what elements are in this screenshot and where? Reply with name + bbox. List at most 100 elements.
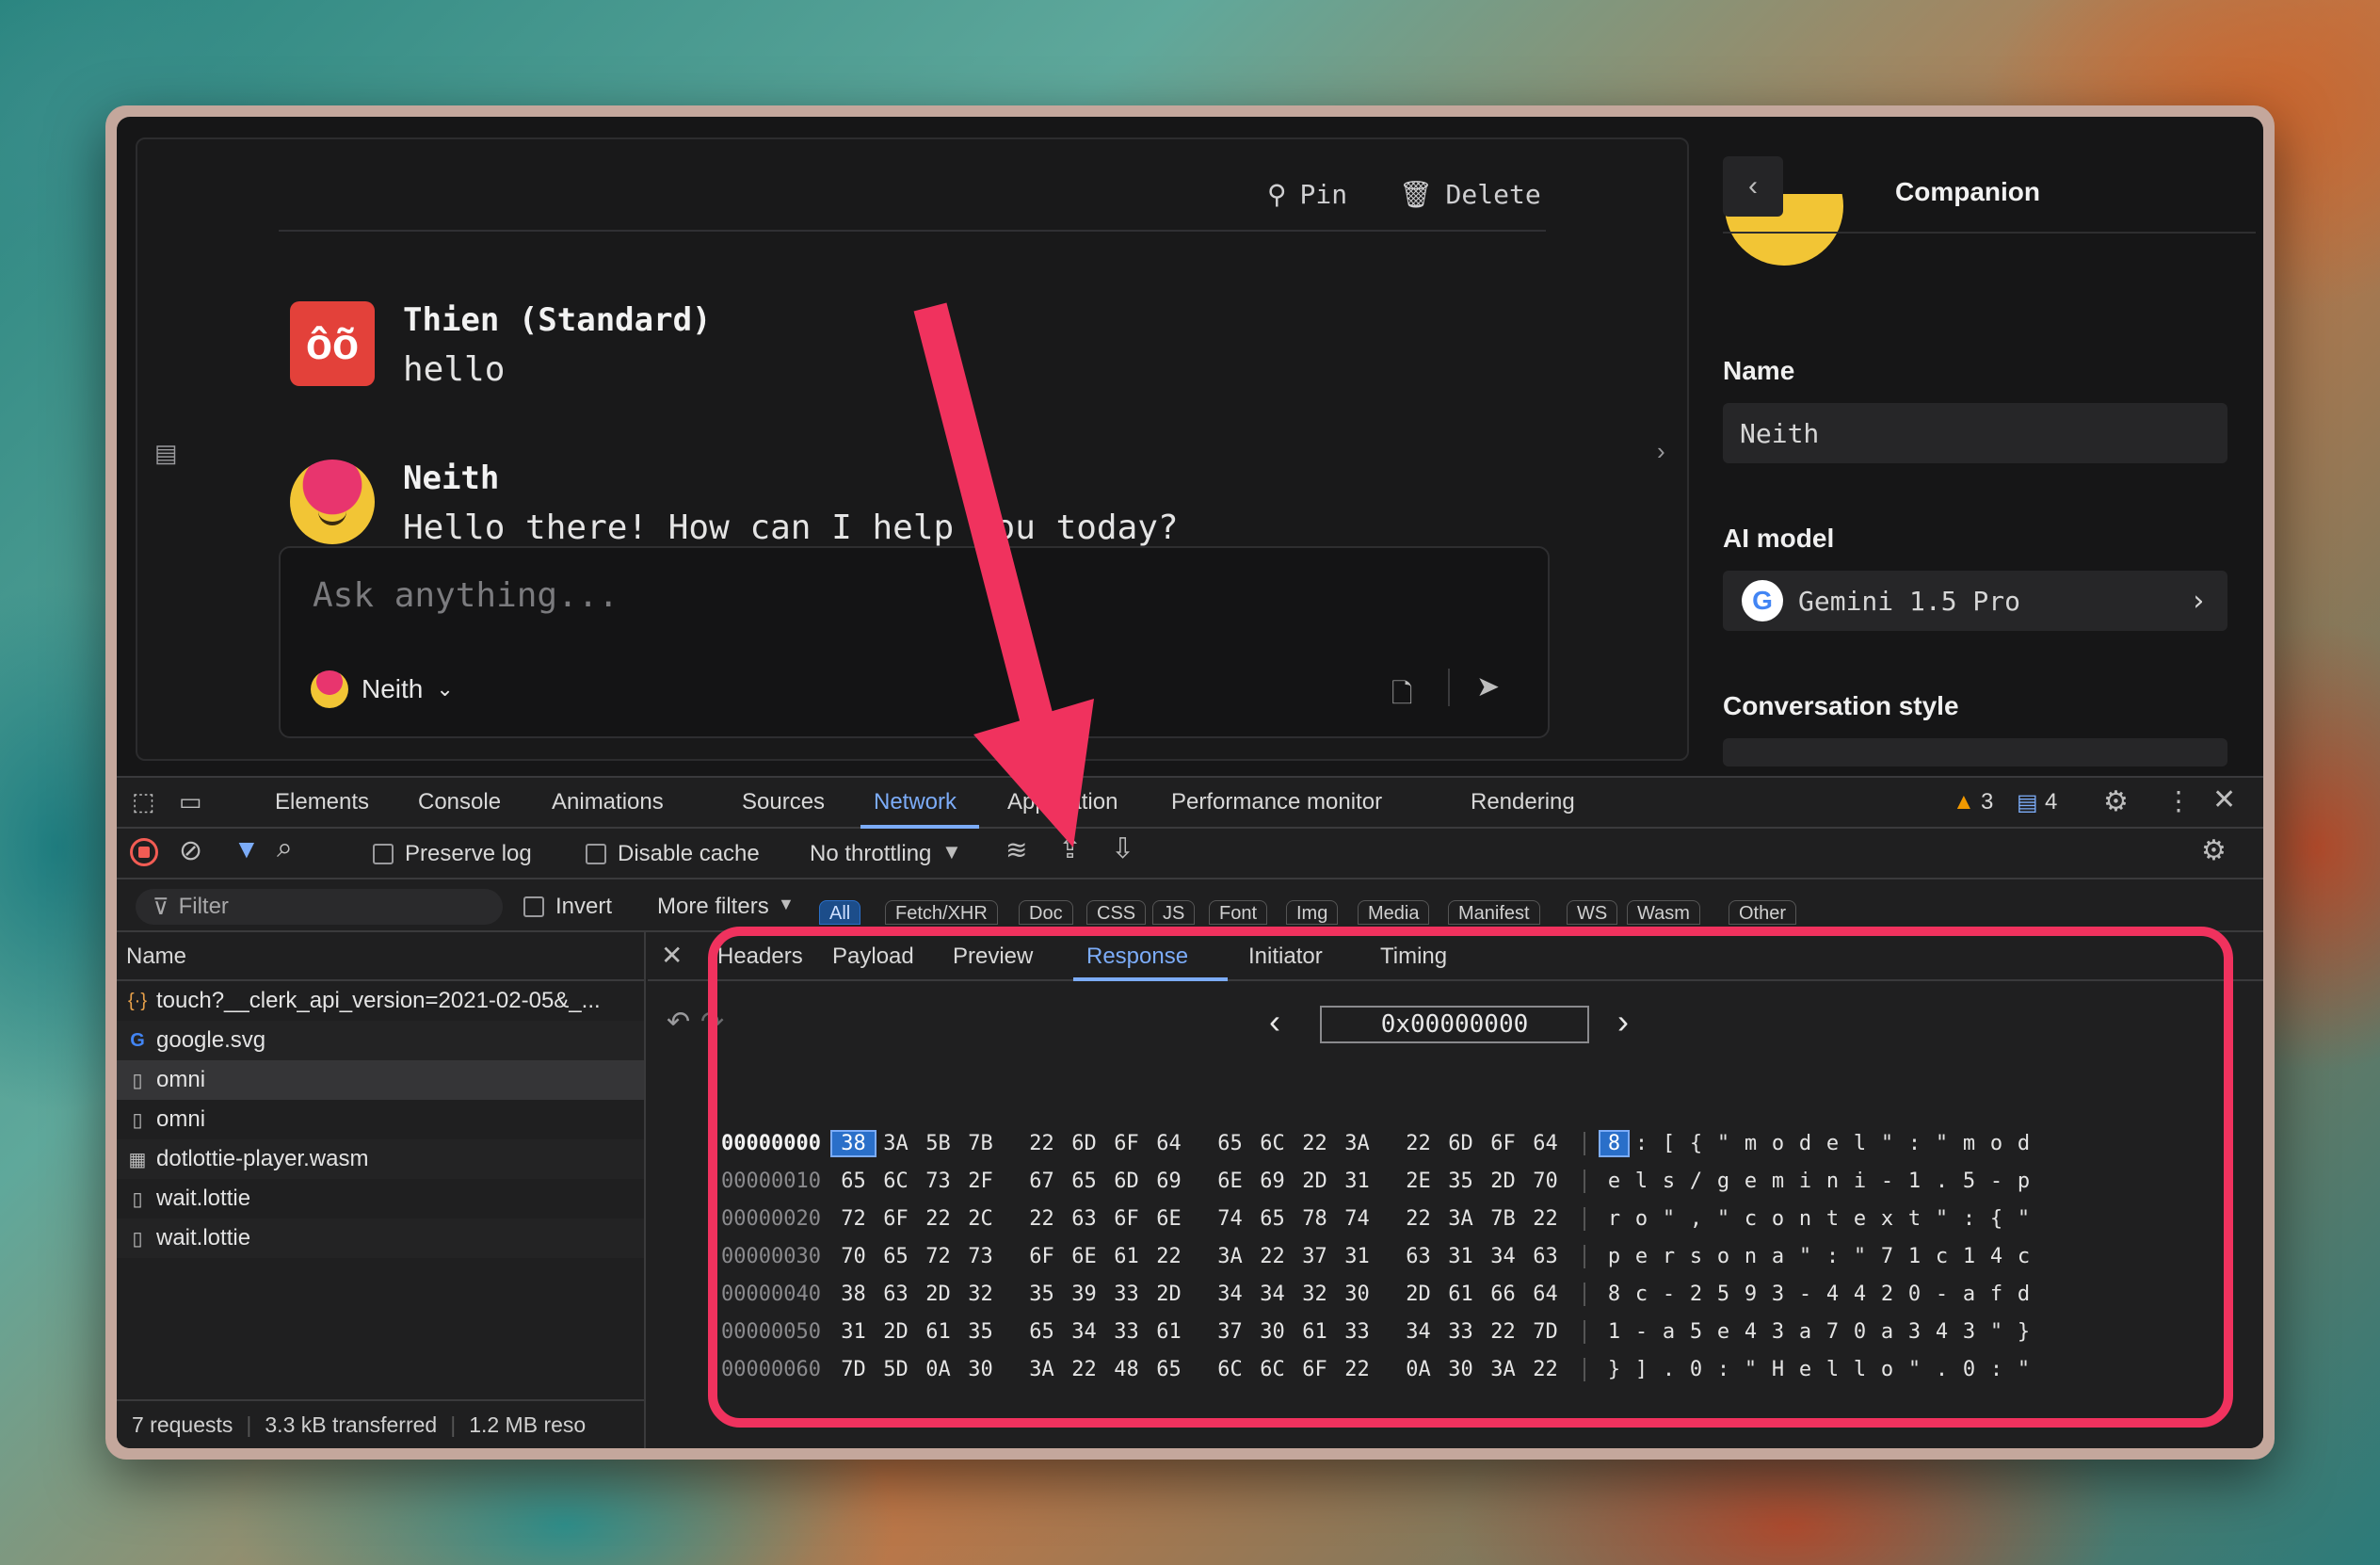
filter-icon[interactable]: ▼ xyxy=(233,834,260,864)
filter-chip-fetch[interactable]: Fetch/XHR xyxy=(885,900,998,925)
tab-elements[interactable]: Elements xyxy=(275,789,369,815)
style-field[interactable] xyxy=(1723,738,2227,766)
name-column-header[interactable]: Name xyxy=(117,932,644,981)
clear-icon[interactable]: ⊘ xyxy=(179,834,202,867)
devtools-tabbar: ⬚ ▭ Elements Console Animations Sources … xyxy=(117,778,2263,829)
filter-input[interactable]: ⊽ Filter xyxy=(136,889,503,925)
network-status-bar: 7 requests | 3.3 kB transferred | 1.2 MB… xyxy=(117,1399,644,1448)
google-icon: G xyxy=(1742,580,1783,621)
dropdown-arrow-icon: ▼ xyxy=(778,895,795,913)
companion-panel: ‹ Companion Name Neith AI model G Gemini… xyxy=(1723,137,2256,766)
model-label: AI model xyxy=(1723,524,1835,553)
send-icon[interactable]: ➤ xyxy=(1476,670,1500,703)
more-filters-button[interactable]: More filters xyxy=(657,894,769,920)
filter-chip-ws[interactable]: WS xyxy=(1567,900,1618,925)
message-text: hello xyxy=(403,350,506,389)
filter-chip-other[interactable]: Other xyxy=(1729,900,1797,925)
settings-gear-icon[interactable]: ⚙ xyxy=(2103,785,2129,818)
network-toolbar: ⊘ ▼ ⌕ Preserve log Disable cache No thro… xyxy=(117,829,2263,879)
filter-chip-doc[interactable]: Doc xyxy=(1019,900,1073,925)
message-author: Thien (Standard) xyxy=(403,301,712,339)
record-icon[interactable] xyxy=(130,838,158,866)
name-field[interactable]: Neith xyxy=(1723,403,2227,463)
tab-performance-monitor[interactable]: Performance monitor xyxy=(1171,789,1382,815)
persona-selector[interactable]: Neith ⌄ xyxy=(311,670,454,708)
tab-application[interactable]: Application xyxy=(1007,789,1118,815)
divider xyxy=(1723,232,2256,234)
warning-count[interactable]: 3 xyxy=(1981,789,1993,815)
close-icon[interactable]: ✕ xyxy=(2212,783,2236,816)
chat-input[interactable]: Ask anything... xyxy=(313,576,619,615)
message-count[interactable]: 4 xyxy=(2045,789,2057,815)
list-item[interactable]: ▯ omni xyxy=(117,1100,644,1139)
highlight-frame xyxy=(708,927,2233,1428)
divider xyxy=(279,230,1546,232)
more-options-icon[interactable]: ⋮ xyxy=(2165,785,2192,816)
undo-icon[interactable]: ↶ xyxy=(667,1006,690,1039)
list-item[interactable]: Ggoogle.svg xyxy=(117,1021,644,1060)
avatar xyxy=(311,670,348,708)
network-settings-icon[interactable]: ⚙ xyxy=(2201,834,2227,867)
model-selector[interactable]: G Gemini 1.5 Pro › xyxy=(1723,571,2227,631)
network-conditions-icon[interactable]: ≋ xyxy=(1005,834,1027,865)
chat-panel: ⚲ Pin 🗑 Delete ▤ › ôõ Thien (Standard) h… xyxy=(136,137,1689,761)
document-icon: ▯ xyxy=(132,1070,143,1091)
invert-checkbox[interactable] xyxy=(523,896,544,917)
tab-network[interactable]: Network xyxy=(874,789,957,815)
chevron-right-icon: › xyxy=(2189,584,2207,618)
avatar xyxy=(290,460,375,544)
warning-icon: ▲ xyxy=(1953,789,1975,815)
search-icon[interactable]: ⌕ xyxy=(277,832,293,864)
pin-button[interactable]: ⚲ Pin xyxy=(1267,179,1347,210)
filter-chip-css[interactable]: CSS xyxy=(1086,900,1147,925)
list-item[interactable]: ▯ wait.lottie xyxy=(117,1218,644,1258)
document-icon: ▯ xyxy=(132,1228,143,1250)
filter-chip-img[interactable]: Img xyxy=(1286,900,1339,925)
preserve-log-checkbox[interactable] xyxy=(373,844,394,864)
request-list: Name {·} touch?__clerk_api_version=2021-0… xyxy=(117,932,646,1448)
device-toggle-icon[interactable]: ▭ xyxy=(179,787,202,816)
dropdown-arrow-icon[interactable]: ▼ xyxy=(941,840,962,864)
upload-icon[interactable]: ⇪ xyxy=(1058,832,1082,865)
document-icon: ▯ xyxy=(132,1188,143,1210)
tab-animations[interactable]: Animations xyxy=(552,789,664,815)
delete-button[interactable]: 🗑 Delete xyxy=(1399,179,1541,210)
style-label: Conversation style xyxy=(1723,691,1959,720)
throttling-select[interactable]: No throttling xyxy=(810,841,931,867)
archive-icon[interactable]: ▤ xyxy=(154,439,178,468)
chevron-down-icon: ⌄ xyxy=(436,677,454,701)
download-icon[interactable]: ⇩ xyxy=(1111,832,1134,865)
filter-chip-js[interactable]: JS xyxy=(1152,900,1196,925)
close-icon[interactable]: ✕ xyxy=(661,940,683,971)
avatar: ôõ xyxy=(290,301,375,386)
name-label: Name xyxy=(1723,356,1795,385)
tab-console[interactable]: Console xyxy=(418,789,501,815)
list-item[interactable]: ▯ omni xyxy=(117,1060,644,1100)
list-item[interactable]: {·} touch?__clerk_api_version=2021-02-05&… xyxy=(117,981,644,1021)
disable-cache-checkbox[interactable] xyxy=(586,844,606,864)
tab-rendering[interactable]: Rendering xyxy=(1471,789,1575,815)
filter-chip-all[interactable]: All xyxy=(819,900,861,925)
list-item[interactable]: ▯ wait.lottie xyxy=(117,1179,644,1218)
filter-chip-media[interactable]: Media xyxy=(1358,900,1430,925)
divider xyxy=(1448,669,1450,706)
message-user: ôõ Thien (Standard) hello xyxy=(290,301,712,389)
filter-chip-manifest[interactable]: Manifest xyxy=(1448,900,1540,925)
list-item[interactable]: ▦ dotlottie-player.wasm xyxy=(117,1139,644,1179)
chevron-right-icon[interactable]: › xyxy=(1657,437,1665,466)
message-text: Hello there! How can I help you today? xyxy=(403,508,1179,547)
message-icon: ▤ xyxy=(2017,790,2038,815)
inspect-icon[interactable]: ⬚ xyxy=(132,787,155,816)
wasm-icon: ▦ xyxy=(128,1149,147,1170)
tab-sources[interactable]: Sources xyxy=(742,789,825,815)
disable-cache-label: Disable cache xyxy=(618,841,760,866)
filter-chip-wasm[interactable]: Wasm xyxy=(1627,900,1700,925)
google-icon: G xyxy=(130,1029,145,1051)
message-assistant: Neith Hello there! How can I help you to… xyxy=(290,460,1179,547)
filter-chip-font[interactable]: Font xyxy=(1209,900,1268,925)
attach-file-icon[interactable]: 🗋 xyxy=(1391,674,1413,719)
chevron-left-icon: ‹ xyxy=(1748,170,1758,202)
pin-icon: ⚲ xyxy=(1267,180,1287,209)
chat-input-box[interactable]: Ask anything... Neith ⌄ 🗋 ➤ xyxy=(279,546,1550,738)
back-button[interactable]: ‹ xyxy=(1723,156,1783,217)
